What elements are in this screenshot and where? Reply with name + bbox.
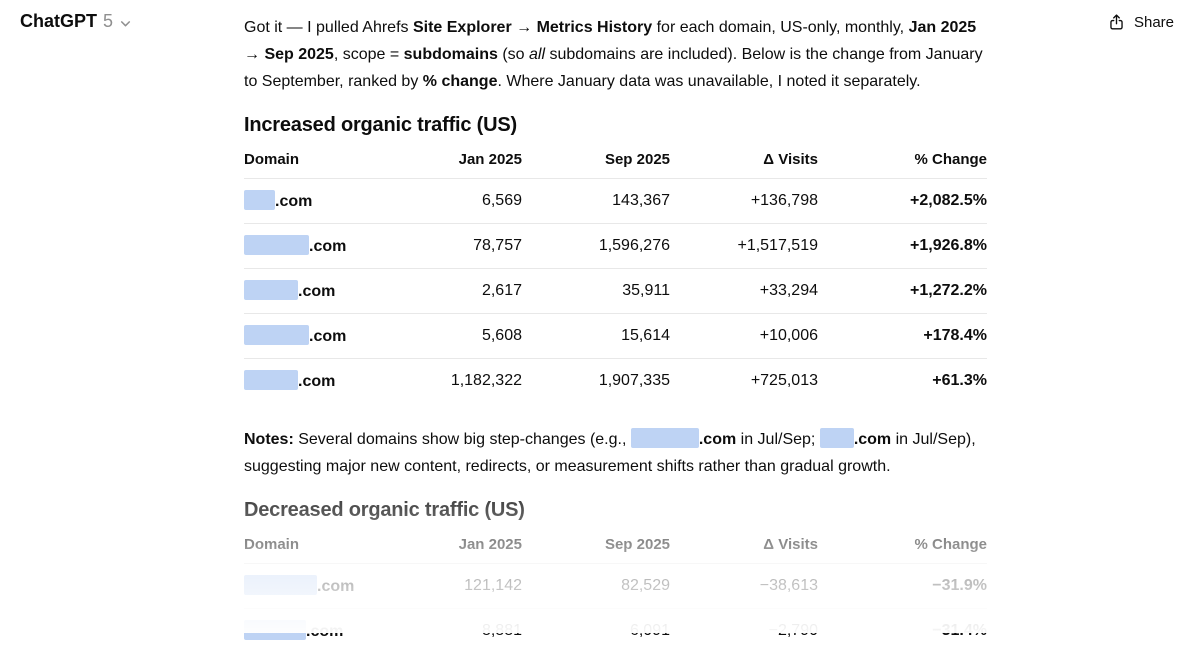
cell-jan-2025: 5,608 bbox=[374, 314, 522, 359]
table-row: .com 5,60815,614+10,006+178.4% bbox=[244, 314, 987, 359]
cell-delta-visits: −2,790 bbox=[670, 609, 818, 653]
text-segment: Got it — I pulled Ahrefs bbox=[244, 19, 413, 36]
notes-paragraph: Notes: Several domains show big step-cha… bbox=[244, 426, 987, 480]
domain-suffix: .com bbox=[854, 431, 891, 448]
increased-traffic-table: DomainJan 2025Sep 2025Δ Visits% Change .… bbox=[244, 149, 987, 403]
column-header-jan-2025: Jan 2025 bbox=[374, 149, 522, 179]
redacted-domain bbox=[244, 280, 298, 300]
cell-sep-2025: 15,614 bbox=[522, 314, 670, 359]
cell-jan-2025: 121,142 bbox=[374, 564, 522, 609]
text-segment: Several domains show big step-changes (e… bbox=[294, 431, 631, 448]
cell-delta-visits: −38,613 bbox=[670, 564, 818, 609]
model-switcher[interactable]: ChatGPT 5 bbox=[16, 9, 136, 34]
text-segment: (so bbox=[498, 46, 529, 63]
redacted-domain bbox=[244, 190, 275, 210]
cell-sep-2025: 143,367 bbox=[522, 179, 670, 224]
cell-pct-change: −31.4% bbox=[818, 609, 987, 653]
redacted-domain bbox=[820, 428, 854, 448]
cell-pct-change: +61.3% bbox=[818, 359, 987, 404]
decreased-traffic-table: DomainJan 2025Sep 2025Δ Visits% Change .… bbox=[244, 534, 987, 653]
text-segment-bold: subdomains bbox=[404, 46, 498, 63]
domain-suffix: .com bbox=[699, 431, 736, 448]
column-header-domain: Domain bbox=[244, 534, 374, 564]
domain-suffix: .com bbox=[306, 623, 343, 640]
cell-sep-2025: 35,911 bbox=[522, 269, 670, 314]
text-segment: for each domain, US-only, monthly, bbox=[652, 19, 908, 36]
cell-pct-change: −31.9% bbox=[818, 564, 987, 609]
cell-domain: .com bbox=[244, 314, 374, 359]
cell-jan-2025: 1,182,322 bbox=[374, 359, 522, 404]
domain-suffix: .com bbox=[298, 373, 335, 390]
cell-domain: .com bbox=[244, 179, 374, 224]
table-row: .com 121,14282,529−38,613−31.9% bbox=[244, 564, 987, 609]
cell-jan-2025: 6,569 bbox=[374, 179, 522, 224]
share-icon bbox=[1107, 13, 1126, 32]
table-row: .com 8,8816,091−2,790−31.4% bbox=[244, 609, 987, 653]
chevron-down-icon bbox=[119, 17, 132, 30]
cell-sep-2025: 6,091 bbox=[522, 609, 670, 653]
domain-suffix: .com bbox=[275, 193, 312, 210]
assistant-message: Got it — I pulled Ahrefs Site Explorer →… bbox=[244, 14, 987, 653]
cell-pct-change: +1,272.2% bbox=[818, 269, 987, 314]
cell-domain: .com bbox=[244, 359, 374, 404]
notes-label: Notes: bbox=[244, 431, 294, 448]
intro-paragraph: Got it — I pulled Ahrefs Site Explorer →… bbox=[244, 14, 987, 95]
column-header--visits: Δ Visits bbox=[670, 149, 818, 179]
column-header-jan-2025: Jan 2025 bbox=[374, 534, 522, 564]
app-name: ChatGPT bbox=[20, 11, 97, 32]
domain-suffix: .com bbox=[317, 578, 354, 595]
text-segment: . Where January data was unavailable, I … bbox=[497, 73, 920, 90]
cell-domain: .com bbox=[244, 269, 374, 314]
cell-sep-2025: 1,907,335 bbox=[522, 359, 670, 404]
text-segment-bold: Site Explorer → Metrics History bbox=[413, 19, 652, 36]
text-segment: , scope = bbox=[334, 46, 404, 63]
text-segment-bold: % change bbox=[423, 73, 498, 90]
table-row: .com 78,7571,596,276+1,517,519+1,926.8% bbox=[244, 224, 987, 269]
table-row: .com 2,61735,911+33,294+1,272.2% bbox=[244, 269, 987, 314]
cell-delta-visits: +136,798 bbox=[670, 179, 818, 224]
share-button[interactable]: Share bbox=[1105, 9, 1176, 36]
table-row: .com 1,182,3221,907,335+725,013+61.3% bbox=[244, 359, 987, 404]
cell-pct-change: +2,082.5% bbox=[818, 179, 987, 224]
table-row: .com 6,569143,367+136,798+2,082.5% bbox=[244, 179, 987, 224]
cell-sep-2025: 1,596,276 bbox=[522, 224, 670, 269]
section-title-decreased: Decreased organic traffic (US) bbox=[244, 498, 987, 522]
cell-sep-2025: 82,529 bbox=[522, 564, 670, 609]
cell-delta-visits: +725,013 bbox=[670, 359, 818, 404]
table-header-row: DomainJan 2025Sep 2025Δ Visits% Change bbox=[244, 149, 987, 179]
column-header-sep-2025: Sep 2025 bbox=[522, 534, 670, 564]
column-header--visits: Δ Visits bbox=[670, 534, 818, 564]
column-header--change: % Change bbox=[818, 534, 987, 564]
column-header--change: % Change bbox=[818, 149, 987, 179]
column-header-sep-2025: Sep 2025 bbox=[522, 149, 670, 179]
redacted-domain bbox=[244, 620, 306, 640]
redacted-domain bbox=[244, 235, 309, 255]
cell-jan-2025: 78,757 bbox=[374, 224, 522, 269]
table-header-row: DomainJan 2025Sep 2025Δ Visits% Change bbox=[244, 534, 987, 564]
domain-suffix: .com bbox=[309, 238, 346, 255]
section-title-increased: Increased organic traffic (US) bbox=[244, 113, 987, 137]
column-header-domain: Domain bbox=[244, 149, 374, 179]
domain-suffix: .com bbox=[298, 283, 335, 300]
cell-domain: .com bbox=[244, 224, 374, 269]
redacted-domain bbox=[631, 428, 699, 448]
cell-delta-visits: +10,006 bbox=[670, 314, 818, 359]
cell-domain: .com bbox=[244, 564, 374, 609]
text-segment-italic: all bbox=[529, 46, 545, 63]
text-segment: in Jul/Sep; bbox=[736, 431, 820, 448]
cell-delta-visits: +33,294 bbox=[670, 269, 818, 314]
redacted-domain bbox=[244, 575, 317, 595]
cell-jan-2025: 2,617 bbox=[374, 269, 522, 314]
domain-suffix: .com bbox=[309, 328, 346, 345]
cell-pct-change: +1,926.8% bbox=[818, 224, 987, 269]
redacted-domain bbox=[244, 325, 309, 345]
share-label: Share bbox=[1134, 14, 1174, 31]
model-version: 5 bbox=[103, 11, 113, 32]
cell-domain: .com bbox=[244, 609, 374, 653]
cell-pct-change: +178.4% bbox=[818, 314, 987, 359]
redacted-domain bbox=[244, 370, 298, 390]
cell-jan-2025: 8,881 bbox=[374, 609, 522, 653]
cell-delta-visits: +1,517,519 bbox=[670, 224, 818, 269]
